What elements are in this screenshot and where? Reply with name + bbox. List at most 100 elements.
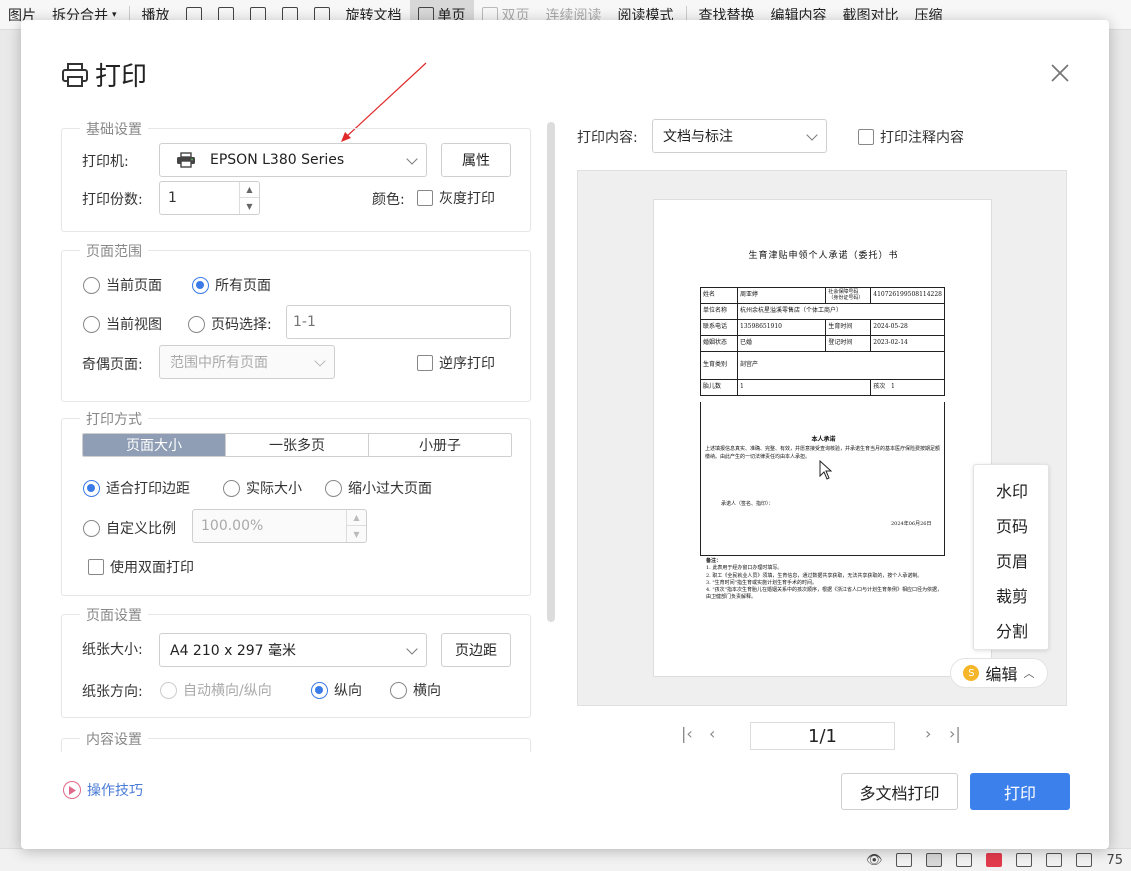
page-setup-group: 页面设置 纸张大小: A4 210 x 297 毫米 页边距 纸张方向: 自动横… <box>61 605 531 718</box>
fit-page-icon[interactable] <box>1016 853 1033 867</box>
first-page-icon[interactable]: |‹ <box>681 724 693 743</box>
dialog-title-text: 打印 <box>95 62 148 92</box>
radio-dot <box>83 276 100 294</box>
table-row: 胎儿数 1 孩次 1 <box>700 379 945 396</box>
radio-landscape[interactable]: 横向 <box>390 680 441 700</box>
stepper-down-icon[interactable]: ▼ <box>240 198 259 214</box>
print-mode-group: 打印方式 页面大小 一张多页 小册子 适合打印边距 实际大小 缩小过大页面 自定… <box>61 409 531 596</box>
menu-item-crop[interactable]: 裁剪 <box>974 577 1050 612</box>
radio-all-pages[interactable]: 所有页面 <box>192 275 271 295</box>
reverse-print-checkbox[interactable]: 逆序打印 <box>417 353 495 373</box>
chevron-down-icon <box>406 153 418 165</box>
custom-scale-stepper[interactable]: 100.00% ▲ ▼ <box>192 509 367 543</box>
copies-label: 打印份数: <box>82 192 143 208</box>
print-button[interactable]: 打印 <box>970 773 1070 810</box>
tab-page-size[interactable]: 页面大小 <box>83 434 226 456</box>
multi-doc-print-button[interactable]: 多文档打印 <box>841 773 958 810</box>
radio-dot <box>83 315 100 333</box>
stepper-up-icon[interactable]: ▲ <box>240 182 259 198</box>
radio-custom-scale[interactable]: 自定义比例 <box>83 518 176 538</box>
margins-button[interactable]: 页边距 <box>441 633 511 667</box>
document-table: 姓名 周亚婷 社会保障号码（身份证号码） 410726199508114228 … <box>700 287 945 396</box>
fit-width-icon[interactable] <box>1046 853 1063 867</box>
chevron-up-icon: ︿ <box>1023 667 1035 680</box>
settings-scrollbar[interactable] <box>547 122 555 622</box>
radio-label: 页码选择: <box>211 317 272 333</box>
print-mode-tabs: 页面大小 一张多页 小册子 <box>82 433 512 457</box>
last-page-icon[interactable]: ›| <box>949 724 961 743</box>
odd-even-select[interactable]: 范围中所有页面 <box>159 345 335 379</box>
double-page-view-icon[interactable] <box>956 853 973 867</box>
radio-dot <box>325 479 342 497</box>
orientation-label: 纸张方向: <box>82 684 143 700</box>
page-indicator[interactable]: 1/1 <box>750 722 895 750</box>
properties-button[interactable]: 属性 <box>441 143 511 177</box>
radio-shrink-large[interactable]: 缩小过大页面 <box>325 478 432 498</box>
printer-small-icon <box>177 152 195 168</box>
print-dialog: 打印 基础设置 打印机: EPSON L380 Series 属性 打印份数: … <box>21 20 1109 849</box>
actual-size-icon[interactable] <box>1076 853 1093 867</box>
radio-dot <box>223 479 240 497</box>
radio-actual-size[interactable]: 实际大小 <box>223 478 302 498</box>
chevron-down-icon: ▾ <box>112 9 117 20</box>
eye-icon[interactable]: 👁 <box>866 853 883 868</box>
chevron-down-icon <box>314 355 326 367</box>
document-notes: 备注： 1. 此表用于经办窗口办理时填写。 2. 职工《全民就业人员》须填，生育… <box>706 558 946 602</box>
radio-dot <box>83 479 100 497</box>
tips-link[interactable]: 操作技巧 <box>63 780 143 800</box>
paper-size-select[interactable]: A4 210 x 297 毫米 <box>159 633 427 667</box>
basic-settings-group: 基础设置 打印机: EPSON L380 Series 属性 打印份数: 1 ▲… <box>61 119 531 232</box>
radio-label: 自动横向/纵向 <box>183 683 272 699</box>
zoom-level[interactable]: 75 <box>1106 853 1123 868</box>
printer-select[interactable]: EPSON L380 Series <box>159 143 427 177</box>
radio-portrait[interactable]: 纵向 <box>311 680 362 700</box>
radio-current-view[interactable]: 当前视图 <box>83 314 162 334</box>
table-row: 单位名称 杭州余杭星溢溪零售店（个体工商户） <box>700 303 945 320</box>
radio-label: 横向 <box>413 683 441 699</box>
play-icon[interactable] <box>986 853 1003 867</box>
sign-date: 2024年06月26日 <box>891 521 932 527</box>
print-content-select[interactable]: 文档与标注 <box>652 119 827 153</box>
coin-icon: S <box>963 665 980 681</box>
note-line: 3. "生育时间"指生育或实施计划生育手术的时间。 <box>706 579 817 586</box>
print-annotations-checkbox[interactable]: 打印注释内容 <box>858 127 964 147</box>
radio-dot <box>83 519 100 537</box>
tab-multi-page[interactable]: 一张多页 <box>226 434 369 456</box>
stepper-arrows: ▲ ▼ <box>239 182 259 214</box>
edit-label: 编辑 <box>985 665 1018 684</box>
radio-fit-margin[interactable]: 适合打印边距 <box>83 478 190 498</box>
copies-stepper[interactable]: 1 ▲ ▼ <box>159 181 260 215</box>
edit-toggle-button[interactable]: S 编辑 ︿ <box>950 658 1048 688</box>
menu-item-split[interactable]: 分割 <box>974 612 1050 647</box>
table-cell-value: 1 <box>891 383 895 391</box>
chevron-down-icon <box>806 129 818 141</box>
chevron-down-icon <box>406 643 418 655</box>
single-page-view-icon[interactable] <box>926 853 943 867</box>
stepper-down-icon[interactable]: ▼ <box>347 526 366 542</box>
duplex-checkbox[interactable]: 使用双面打印 <box>88 557 194 577</box>
radio-label: 适合打印边距 <box>106 481 190 497</box>
table-cell: 1 <box>736 379 872 396</box>
table-cell: 周亚婷 <box>736 287 827 304</box>
dialog-title: 打印 <box>61 56 147 93</box>
radio-auto-orientation[interactable]: 自动横向/纵向 <box>160 680 272 700</box>
page-range-input[interactable] <box>286 305 511 339</box>
close-icon[interactable] <box>1049 62 1071 84</box>
radio-current-page[interactable]: 当前页面 <box>83 275 162 295</box>
next-page-icon[interactable]: › <box>925 724 931 743</box>
radio-label: 所有页面 <box>215 278 271 294</box>
page-range-group: 页面范围 当前页面 所有页面 当前视图 页码选择: 奇偶页面: 范围中所有页面 <box>61 241 531 402</box>
radio-page-select[interactable]: 页码选择: <box>188 314 272 334</box>
stepper-up-icon[interactable]: ▲ <box>347 510 366 526</box>
prev-page-icon[interactable]: ‹ <box>709 724 715 743</box>
scroll-mode-icon[interactable] <box>896 853 913 867</box>
pledge-title: 本人承诺 <box>811 436 836 443</box>
grayscale-checkbox[interactable]: 灰度打印 <box>417 188 495 208</box>
menu-item-page-number[interactable]: 页码 <box>974 507 1050 542</box>
menu-item-watermark[interactable]: 水印 <box>974 472 1050 507</box>
menu-item-header[interactable]: 页眉 <box>974 542 1050 577</box>
tab-booklet[interactable]: 小册子 <box>369 434 511 456</box>
table-row: 姓名 周亚婷 社会保障号码（身份证号码） 410726199508114228 <box>700 287 945 304</box>
table-cell: 单位名称 <box>700 303 738 320</box>
radio-label: 当前页面 <box>106 278 162 294</box>
